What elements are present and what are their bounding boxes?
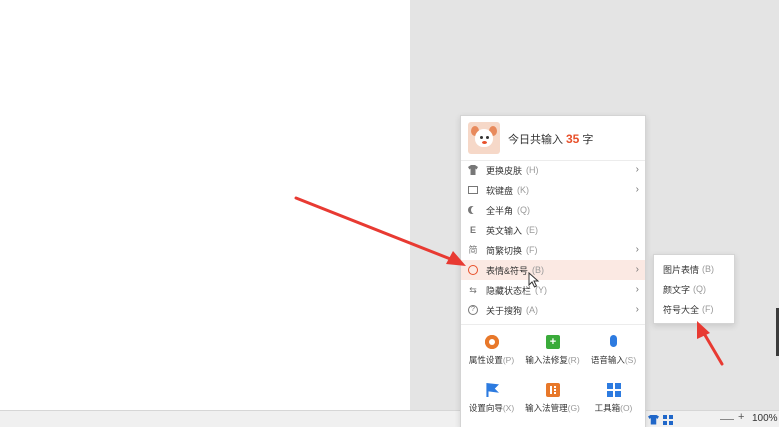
menu-item-simplified-traditional[interactable]: 简 简繁切换 (F) › — [461, 240, 645, 260]
menu-item-hide-statusbar[interactable]: ⇆ 隐藏状态栏 (Y) › — [461, 280, 645, 300]
divider — [461, 324, 645, 325]
tool-grid: 属性设置(P) 输入法修复(R) 语音输入(S) 设置向导(X) 输入法管理(G… — [461, 329, 645, 425]
menu-item-english-input[interactable]: E 英文输入 (E) — [461, 220, 645, 240]
submenu-item-label: 图片表情 — [663, 264, 700, 275]
menu-item-skin[interactable]: 更换皮肤 (H) › — [461, 160, 645, 180]
typing-count-prefix: 今日共输入 — [508, 134, 563, 146]
sogou-context-menu: 今日共输入35字 更换皮肤 (H) › 软键盘 (K) › 全半角 (Q) — [460, 115, 646, 427]
menu-item-soft-keyboard[interactable]: 软键盘 (K) › — [461, 180, 645, 200]
menu-item-label: 隐藏状态栏 — [486, 285, 532, 296]
menu-item-label: 更换皮肤 — [486, 165, 523, 176]
chevron-right-icon: › — [635, 304, 639, 315]
menu-items: 更换皮肤 (H) › 软键盘 (K) › 全半角 (Q) E 英文输入 (E) — [461, 160, 645, 320]
flag-icon — [486, 383, 499, 397]
menu-item-about[interactable]: ? 关于搜狗 (A) › — [461, 300, 645, 320]
tool-label-text: 输入法管理 — [525, 403, 568, 413]
chevron-right-icon: › — [635, 284, 639, 295]
submenu-item-label: 颜文字 — [663, 284, 691, 295]
jianfan-icon: 简 — [468, 245, 478, 255]
repair-icon — [546, 335, 560, 349]
avatar-eye — [486, 136, 489, 139]
zoom-in-button[interactable]: + — [738, 411, 744, 423]
tool-shortcut: (X) — [502, 403, 515, 413]
tool-settings[interactable]: 属性设置(P) — [461, 329, 522, 373]
avatar[interactable] — [468, 122, 500, 154]
submenu-item-shortcut: (Q) — [693, 284, 707, 294]
typing-count-value: 35 — [566, 132, 580, 146]
toolbox-tray-icon[interactable] — [663, 414, 673, 425]
english-icon: E — [469, 225, 476, 235]
menu-item-label: 软键盘 — [486, 185, 514, 196]
tool-shortcut: (O) — [620, 403, 633, 413]
document-page[interactable] — [0, 0, 410, 410]
emoji-icon — [468, 265, 478, 275]
tool-label: 语音输入(S) — [577, 354, 650, 366]
chevron-right-icon: › — [635, 164, 639, 175]
hide-statusbar-icon: ⇆ — [469, 285, 477, 295]
menu-item-emoji-symbols[interactable]: 表情&符号 (B) › — [461, 260, 645, 280]
tool-label-text: 输入法修复 — [525, 355, 568, 365]
mouse-cursor-icon — [528, 272, 540, 288]
tool-label-text: 工具箱 — [594, 403, 621, 413]
submenu-item-kaomoji[interactable]: 颜文字 (Q) — [654, 279, 734, 299]
menu-item-label: 表情&符号 — [486, 265, 529, 276]
tool-toolbox[interactable]: 工具箱(O) — [583, 377, 644, 421]
shirt-icon — [468, 165, 478, 175]
tool-voice-input[interactable]: 语音输入(S) — [583, 329, 644, 373]
tool-repair[interactable]: 输入法修复(R) — [522, 329, 583, 373]
menu-item-shortcut: (H) — [526, 165, 539, 175]
emoji-symbols-submenu: 图片表情 (B) 颜文字 (Q) 符号大全 (F) — [653, 254, 735, 324]
toolbox-icon — [607, 383, 621, 397]
submenu-item-label: 符号大全 — [663, 304, 700, 315]
menu-item-label: 简繁切换 — [486, 245, 523, 256]
submenu-item-shortcut: (F) — [702, 304, 714, 314]
microphone-icon — [610, 335, 617, 347]
avatar-eye — [480, 136, 483, 139]
tool-label: 工具箱(O) — [577, 402, 650, 414]
avatar-face — [475, 129, 493, 147]
tool-shortcut: (P) — [502, 355, 515, 365]
tool-label-text: 语音输入 — [590, 355, 625, 365]
menu-item-shortcut: (E) — [526, 225, 539, 235]
typing-count-suffix: 字 — [582, 134, 594, 146]
menu-item-label: 英文输入 — [486, 225, 523, 236]
menu-item-shortcut: (K) — [517, 185, 530, 195]
keyboard-icon — [468, 186, 478, 194]
menu-item-shortcut: (Q) — [517, 205, 531, 215]
menu-item-full-half-width[interactable]: 全半角 (Q) — [461, 200, 645, 220]
gear-icon — [485, 335, 499, 349]
zoom-out-button[interactable] — [720, 419, 734, 420]
menu-item-shortcut: (A) — [526, 305, 539, 315]
submenu-item-shortcut: (B) — [702, 264, 715, 274]
status-bar: + 100% — [0, 410, 779, 427]
chevron-right-icon: › — [635, 244, 639, 255]
skin-tray-icon[interactable] — [648, 414, 659, 425]
menu-item-shortcut: (F) — [526, 245, 538, 255]
tool-label-text: 设置向导 — [468, 403, 503, 413]
tool-ime-manager[interactable]: 输入法管理(G) — [522, 377, 583, 421]
chevron-right-icon: › — [635, 264, 639, 275]
manage-icon — [546, 383, 560, 397]
avatar-nose — [482, 141, 487, 144]
tool-label-text: 属性设置 — [468, 355, 503, 365]
menu-header: 今日共输入 35 字 — [461, 116, 645, 160]
zoom-level: 100% — [752, 413, 778, 424]
typing-count-text: 今日共输入 35 字 — [508, 131, 593, 147]
submenu-item-symbol-collection[interactable]: 符号大全 (F) — [654, 299, 734, 319]
tool-shortcut: (S) — [624, 355, 637, 365]
menu-item-label: 关于搜狗 — [486, 305, 523, 316]
menu-item-label: 全半角 — [486, 205, 514, 216]
chevron-right-icon: › — [635, 184, 639, 195]
submenu-item-image-emoji[interactable]: 图片表情 (B) — [654, 259, 734, 279]
screen: + 100% 今日共输入 35 字 更换皮肤 (H) › 软键盘 (K) › 全… — [0, 0, 779, 427]
tool-setup-wizard[interactable]: 设置向导(X) — [461, 377, 522, 421]
about-icon: ? — [468, 305, 478, 315]
moon-icon — [471, 206, 479, 214]
annotation-arrow-to-symbols — [697, 321, 724, 366]
